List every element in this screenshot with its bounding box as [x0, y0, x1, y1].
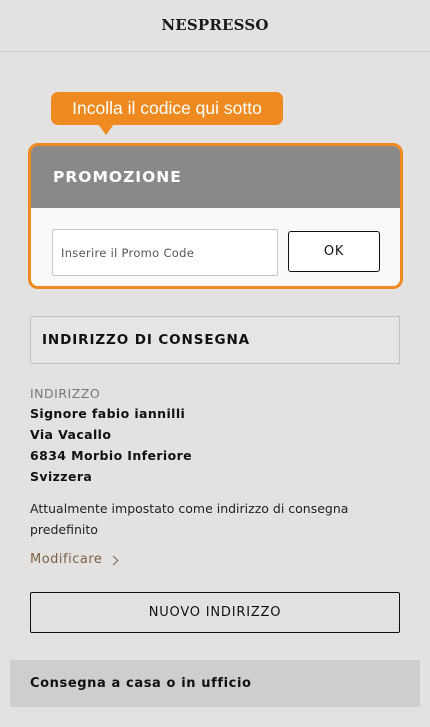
promo-code-input[interactable]: [52, 229, 278, 276]
modify-address-label: Modificare: [30, 552, 103, 567]
delivery-option-home-office[interactable]: Consegna a casa o in ufficio: [10, 660, 420, 707]
promotion-title: PROMOZIONE: [31, 146, 400, 208]
address-name: Signore fabio iannilli: [30, 406, 186, 421]
address-street: Via Vacallo: [30, 427, 112, 442]
promotion-panel: PROMOZIONE OK: [28, 143, 403, 289]
promo-ok-button[interactable]: OK: [288, 231, 380, 272]
modify-address-link[interactable]: Modificare: [30, 552, 119, 567]
delivery-address-heading[interactable]: INDIRIZZO DI CONSEGNA: [30, 316, 400, 364]
chevron-right-icon: [108, 555, 119, 565]
address-country: Svizzera: [30, 469, 93, 484]
nespresso-logo[interactable]: NESPRESSO: [161, 16, 268, 34]
top-bar: NESPRESSO: [0, 0, 430, 52]
address-label: INDIRIZZO: [30, 386, 101, 401]
new-address-button[interactable]: NUOVO INDIRIZZO: [30, 592, 400, 633]
promo-tooltip: Incolla il codice qui sotto: [51, 92, 283, 125]
default-address-note: Attualmente impostato come indirizzo di …: [30, 501, 349, 537]
address-city: 6834 Morbio Inferiore: [30, 448, 193, 463]
tooltip-arrow-icon: [98, 124, 114, 135]
